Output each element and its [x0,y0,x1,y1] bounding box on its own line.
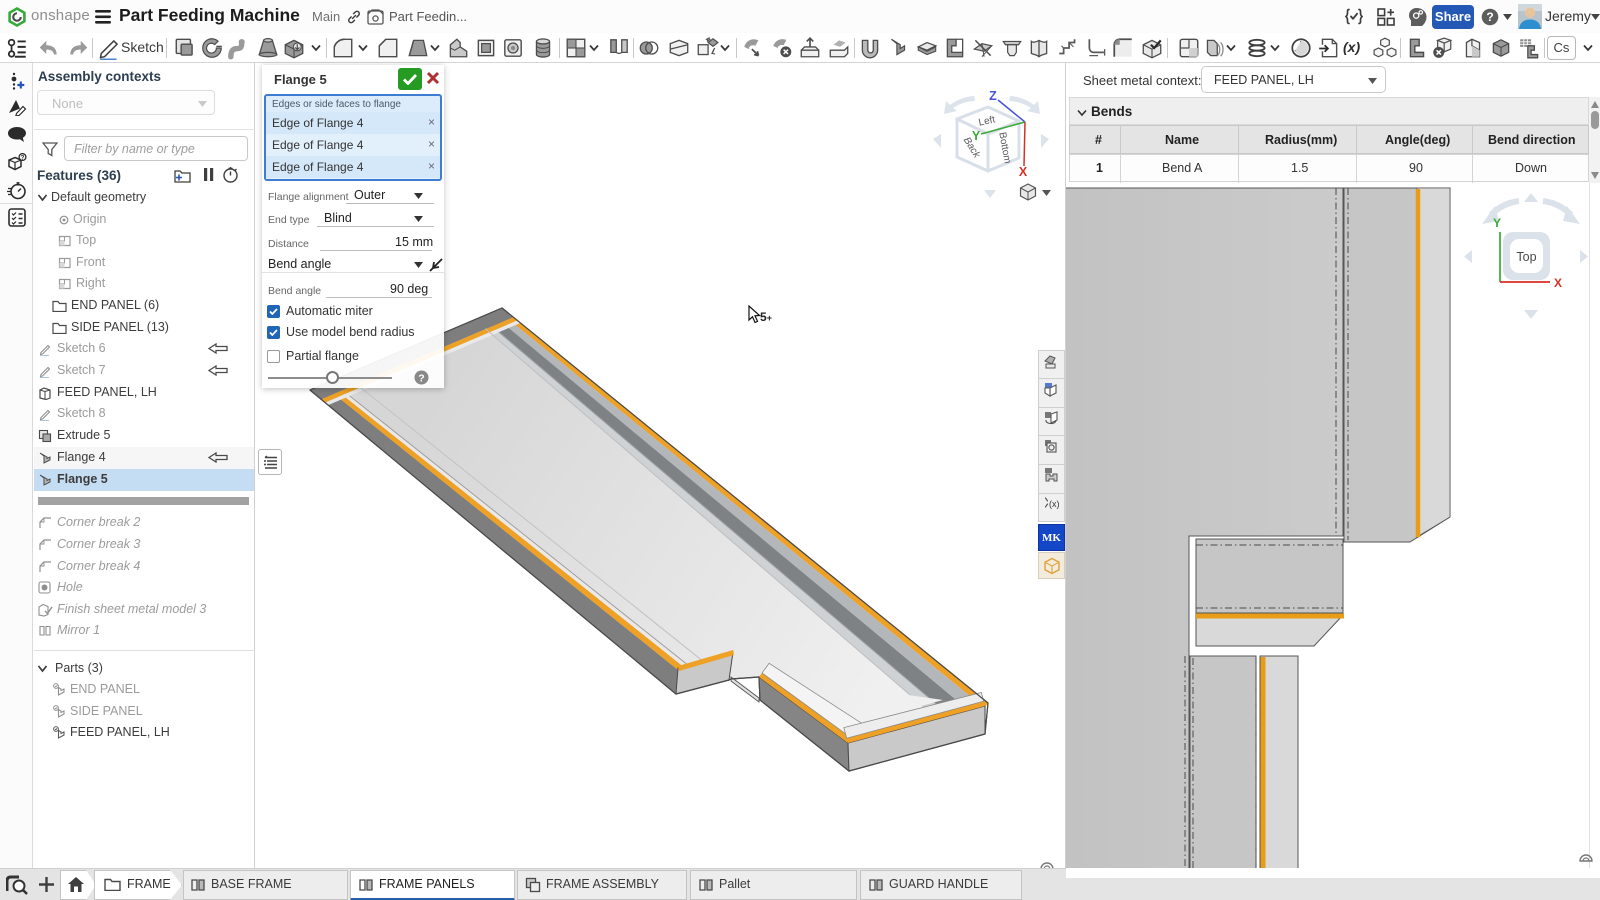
svg-text:Top: Top [1516,250,1536,264]
svg-text:Y: Y [972,129,981,143]
svg-text:X: X [1554,276,1562,290]
svg-text:?: ? [1486,10,1493,24]
svg-text:Y: Y [1493,216,1501,230]
svg-text:?: ? [21,154,25,161]
svg-text:Z: Z [989,90,997,103]
svg-text:?: ? [418,372,424,384]
svg-text:(x): (x) [1049,499,1060,509]
svg-text:X: X [1019,165,1028,179]
